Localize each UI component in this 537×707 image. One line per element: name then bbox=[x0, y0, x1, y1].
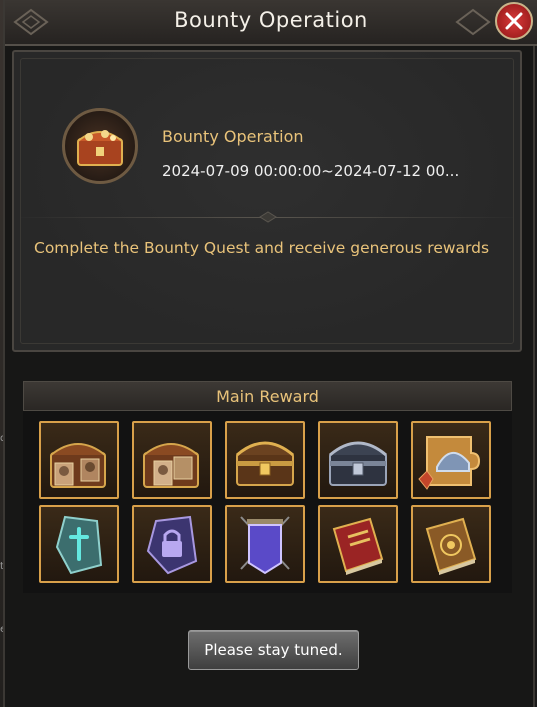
hero-chest-icon bbox=[50, 443, 106, 488]
close-icon bbox=[505, 12, 523, 30]
divider-ornament-icon bbox=[259, 211, 277, 223]
reward-grid bbox=[39, 421, 491, 583]
reward-slot-hero-chest[interactable] bbox=[132, 421, 212, 499]
reward-slot-golden-chest[interactable] bbox=[225, 421, 305, 499]
close-button[interactable] bbox=[495, 2, 533, 40]
hero-chest-icon bbox=[143, 443, 199, 488]
event-info-box: Bounty Operation 2024-07-09 00:00:00~202… bbox=[12, 50, 522, 352]
event-description: Complete the Bounty Quest and receive ge… bbox=[34, 239, 490, 257]
window-title: Bounty Operation bbox=[174, 8, 368, 32]
reward-slot-banner[interactable] bbox=[225, 505, 305, 583]
reward-slot-hero-chest[interactable] bbox=[39, 421, 119, 499]
red-book-icon bbox=[332, 517, 384, 575]
reward-slot-sword-rune[interactable] bbox=[39, 505, 119, 583]
iron-chest-icon bbox=[329, 441, 387, 486]
reward-title: Main Reward bbox=[216, 387, 319, 406]
golden-chest-icon bbox=[236, 441, 294, 486]
reward-slot-helmet-fragment[interactable] bbox=[411, 421, 491, 499]
sword-rune-icon bbox=[55, 515, 103, 575]
event-dates: 2024-07-09 00:00:00~2024-07-12 00... bbox=[162, 162, 460, 180]
reward-section: Main Reward bbox=[23, 381, 512, 593]
treasure-chest-icon bbox=[62, 108, 138, 184]
reward-slot-brown-book[interactable] bbox=[411, 505, 491, 583]
bounty-operation-panel: Bounty Operation Bounty Operation 2024-0… bbox=[3, 0, 537, 707]
panel-header: Bounty Operation bbox=[5, 0, 537, 46]
brown-book-icon bbox=[425, 517, 477, 575]
lock-rune-icon bbox=[146, 515, 198, 575]
reward-slot-iron-chest[interactable] bbox=[318, 421, 398, 499]
reward-slot-lock-rune[interactable] bbox=[132, 505, 212, 583]
reward-header: Main Reward bbox=[23, 381, 512, 411]
inner-frame bbox=[20, 58, 514, 344]
please-stay-tuned-button[interactable]: Please stay tuned. bbox=[188, 630, 359, 670]
banner-icon bbox=[240, 516, 290, 575]
reward-slot-red-book[interactable] bbox=[318, 505, 398, 583]
helmet-fragment-icon bbox=[418, 436, 481, 490]
event-name: Bounty Operation bbox=[162, 127, 304, 146]
